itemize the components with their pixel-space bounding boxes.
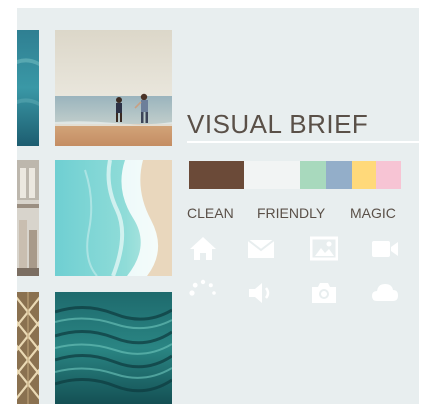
color-palette (189, 161, 401, 189)
title-divider (187, 141, 419, 143)
swatch-yellow (352, 161, 376, 189)
swatch-brown (189, 161, 244, 189)
board-title: VISUAL BRIEF (187, 109, 369, 139)
home-icon (189, 234, 217, 262)
video-camera-icon (371, 234, 399, 262)
spinner-icon (189, 279, 217, 307)
speaker-icon (247, 279, 275, 307)
camera-icon (310, 279, 338, 307)
photo-interior-partial (17, 160, 39, 276)
keyword-magic: MAGIC (350, 205, 396, 221)
keyword-clean: CLEAN (187, 205, 234, 221)
swatch-pink (376, 161, 401, 189)
photo-turquoise-shore (55, 160, 172, 276)
photo-lattice-partial (17, 292, 39, 404)
swatch-blue (326, 161, 352, 189)
keyword-labels: CLEAN FRIENDLY MAGIC (187, 205, 403, 223)
photo-beach-children (55, 30, 172, 146)
swatch-white (244, 161, 300, 189)
cloud-icon (371, 279, 399, 307)
swatch-mint (300, 161, 326, 189)
photo-dark-waves (55, 292, 172, 404)
envelope-icon (247, 234, 275, 262)
keyword-friendly: FRIENDLY (257, 205, 326, 221)
image-icon (310, 234, 338, 262)
photo-sea-partial (17, 30, 39, 146)
mood-board: VISUAL BRIEF CLEAN FRIENDLY MAGIC (17, 8, 419, 404)
